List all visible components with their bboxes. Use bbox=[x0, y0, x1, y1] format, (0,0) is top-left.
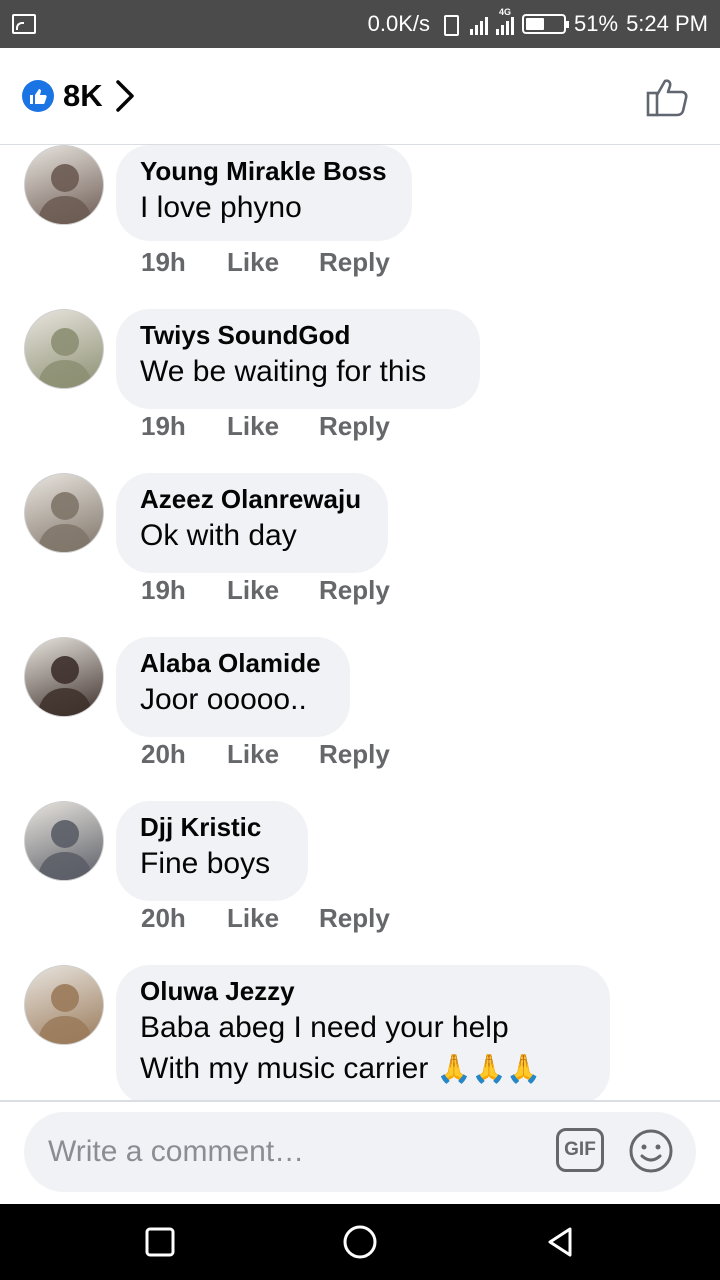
comment-bubble[interactable]: Azeez Olanrewaju Ok with day bbox=[116, 473, 388, 573]
gif-button[interactable]: GIF bbox=[556, 1128, 604, 1172]
comment-author[interactable]: Young Mirakle Boss bbox=[140, 155, 388, 187]
status-bar: 0.0K/s 4G 51% 5:24 PM bbox=[0, 0, 720, 48]
reply-link[interactable]: Reply bbox=[319, 411, 390, 442]
comment-list: Young Mirakle Boss I love phyno 19h Like… bbox=[0, 145, 720, 1100]
comment-input-placeholder: Write a comment… bbox=[48, 1135, 305, 1168]
cast-icon bbox=[12, 14, 36, 34]
reaction-count: 8K bbox=[63, 78, 103, 113]
avatar[interactable] bbox=[24, 473, 104, 553]
comment-author[interactable]: Twiys SoundGod bbox=[140, 319, 456, 351]
signal-4g-icon: 4G bbox=[496, 7, 515, 35]
comment-text: With my music carrier bbox=[140, 1052, 429, 1085]
comment-author[interactable]: Azeez Olanrewaju bbox=[140, 483, 364, 515]
comment-bubble[interactable]: Alaba Olamide Joor ooooo.. bbox=[116, 637, 350, 737]
comment-actions: 19h Like Reply bbox=[141, 575, 390, 606]
comment-bubble[interactable]: Twiys SoundGod We be waiting for this bbox=[116, 309, 480, 409]
recents-square-icon[interactable] bbox=[142, 1224, 178, 1260]
thumbs-up-outline-icon[interactable] bbox=[646, 76, 690, 118]
like-link[interactable]: Like bbox=[227, 903, 319, 934]
comment-actions: 20h Like Reply bbox=[141, 903, 390, 934]
comment-text: Fine boys bbox=[140, 847, 271, 880]
like-link[interactable]: Like bbox=[227, 411, 319, 442]
reply-link[interactable]: Reply bbox=[319, 903, 390, 934]
like-link[interactable]: Like bbox=[227, 739, 319, 770]
clock: 5:24 PM bbox=[626, 11, 708, 36]
comment-time[interactable]: 20h bbox=[141, 739, 227, 770]
emoji-icon[interactable] bbox=[628, 1128, 674, 1174]
chevron-right-icon[interactable] bbox=[113, 76, 153, 116]
comment-time[interactable]: 20h bbox=[141, 903, 227, 934]
comment-time[interactable]: 19h bbox=[141, 411, 227, 442]
reply-link[interactable]: Reply bbox=[319, 247, 390, 278]
comment-bubble[interactable]: Djj Kristic Fine boys bbox=[116, 801, 308, 901]
comment-time[interactable]: 19h bbox=[141, 575, 227, 606]
comment-text: We be waiting for this bbox=[140, 355, 427, 388]
like-link[interactable]: Like bbox=[227, 247, 319, 278]
avatar[interactable] bbox=[24, 801, 104, 881]
comment-text-line-2: With my music carrier 🙏🙏🙏 bbox=[140, 1048, 586, 1089]
network-type: 4G bbox=[499, 7, 512, 17]
comment-bubble[interactable]: Young Mirakle Boss I love phyno bbox=[116, 145, 412, 241]
comment-author[interactable]: Alaba Olamide bbox=[140, 647, 326, 679]
reply-link[interactable]: Reply bbox=[319, 739, 390, 770]
comment-actions: 19h Like Reply bbox=[141, 411, 390, 442]
comment-time[interactable]: 19h bbox=[141, 247, 227, 278]
pray-emoji-icon: 🙏🙏🙏 bbox=[436, 1053, 542, 1084]
comment-author[interactable]: Djj Kristic bbox=[140, 811, 284, 843]
avatar[interactable] bbox=[24, 637, 104, 717]
comment-text: Ok with day bbox=[140, 519, 297, 552]
net-speed: 0.0K/s bbox=[367, 11, 431, 36]
avatar[interactable] bbox=[24, 309, 104, 389]
comment-text: Joor ooooo.. bbox=[140, 683, 307, 716]
like-link[interactable]: Like bbox=[227, 575, 319, 606]
comment-text-line-1: Baba abeg I need your help bbox=[140, 1011, 509, 1044]
vibrate-icon bbox=[438, 13, 462, 36]
comment-bubble[interactable]: Oluwa Jezzy Baba abeg I need your help W… bbox=[116, 965, 610, 1100]
comment-text: I love phyno bbox=[140, 191, 302, 224]
battery-percent: 51% bbox=[574, 11, 619, 36]
avatar[interactable] bbox=[24, 145, 104, 225]
navigation-bar bbox=[0, 1204, 720, 1280]
comment-actions: 20h Like Reply bbox=[141, 739, 390, 770]
comments-sheet: 8K Young Mirakle Boss I love phyno 19h L… bbox=[0, 48, 720, 1204]
comment-actions: 19h Like Reply bbox=[141, 247, 390, 278]
comment-composer: Write a comment… GIF bbox=[0, 1100, 720, 1204]
home-circle-icon[interactable] bbox=[340, 1222, 380, 1262]
avatar[interactable] bbox=[24, 965, 104, 1045]
reply-link[interactable]: Reply bbox=[319, 575, 390, 606]
like-reaction-icon bbox=[22, 80, 54, 112]
battery-icon bbox=[522, 14, 570, 34]
back-triangle-icon[interactable] bbox=[542, 1224, 578, 1260]
signal-icon bbox=[470, 13, 489, 35]
reactions-header[interactable]: 8K bbox=[0, 48, 720, 145]
comment-author[interactable]: Oluwa Jezzy bbox=[140, 975, 586, 1007]
